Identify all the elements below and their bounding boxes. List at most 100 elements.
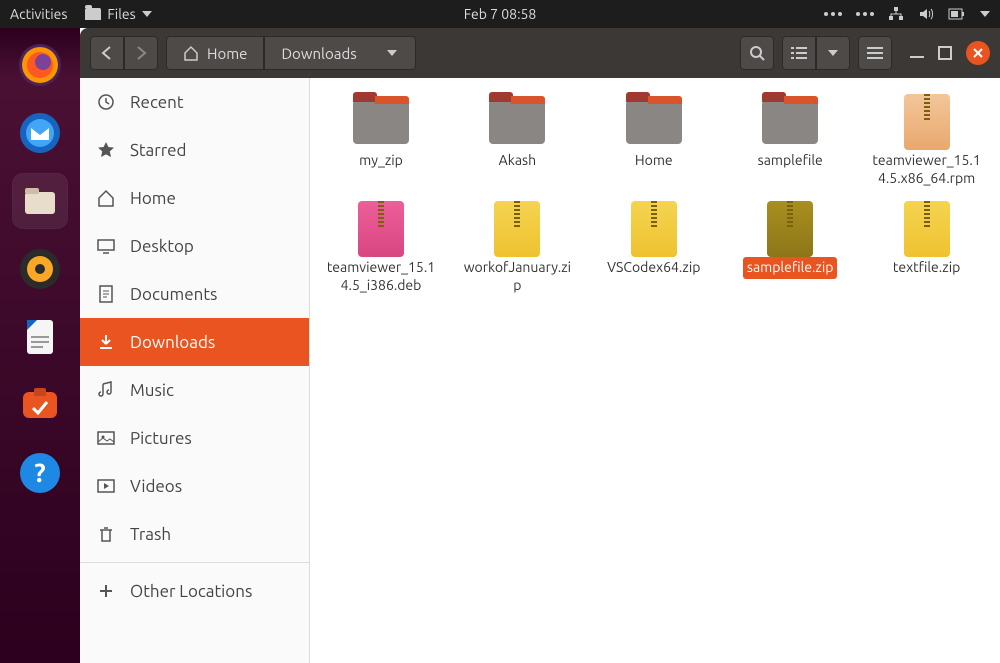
sidebar-item-label: Downloads xyxy=(130,333,215,352)
sidebar-other-locations[interactable]: Other Locations xyxy=(80,567,309,615)
indicator-icon[interactable] xyxy=(856,12,874,16)
file-item[interactable]: Akash xyxy=(452,94,582,189)
app-menu-files[interactable]: Files xyxy=(85,6,151,22)
indicator-icon[interactable] xyxy=(824,12,842,16)
sidebar-item-label: Music xyxy=(130,381,174,400)
files-window: Home Downloads xyxy=(80,28,1000,663)
dock-app-files[interactable] xyxy=(13,174,67,228)
sidebar-item-label: Desktop xyxy=(130,237,194,256)
svg-text:?: ? xyxy=(34,458,45,487)
sidebar-item-recent[interactable]: Recent xyxy=(80,78,309,126)
file-item[interactable]: teamviewer_15.14.5_i386.deb xyxy=(316,201,446,296)
file-label: workofJanuary.zip xyxy=(457,257,577,296)
file-item[interactable]: my_zip xyxy=(316,94,446,189)
file-label: textfile.zip xyxy=(889,257,964,279)
sidebar-item-desktop[interactable]: Desktop xyxy=(80,222,309,270)
folder-icon xyxy=(85,8,101,20)
sidebar-item-starred[interactable]: Starred xyxy=(80,126,309,174)
home-icon xyxy=(96,188,116,208)
back-button[interactable] xyxy=(90,36,124,70)
minimize-button[interactable] xyxy=(910,46,924,60)
system-menu-chevron-icon[interactable] xyxy=(980,11,990,17)
sidebar-item-label: Recent xyxy=(130,93,184,112)
folder-icon xyxy=(762,100,818,144)
sidebar-item-music[interactable]: Music xyxy=(80,366,309,414)
breadcrumb-downloads[interactable]: Downloads xyxy=(264,36,415,70)
sidebar-item-label: Videos xyxy=(130,477,182,496)
folder-icon xyxy=(489,100,545,144)
breadcrumb-home[interactable]: Home xyxy=(166,36,264,70)
file-item[interactable]: teamviewer_15.14.5.x86_64.rpm xyxy=(862,94,992,189)
panel-clock[interactable]: Feb 7 08:58 xyxy=(464,6,537,22)
file-item[interactable]: VSCodex64.zip xyxy=(589,201,719,296)
downloads-icon xyxy=(96,332,116,352)
headerbar: Home Downloads xyxy=(80,28,1000,78)
file-label: VSCodex64.zip xyxy=(603,257,704,279)
music-icon xyxy=(96,380,116,400)
view-list-button[interactable] xyxy=(782,36,816,70)
file-pane[interactable]: my_zip Akash Home samplefile teamviewer_15.1… xyxy=(310,78,1000,663)
zip-archive-icon xyxy=(631,201,677,257)
sidebar-item-label: Documents xyxy=(130,285,217,304)
file-item[interactable]: workofJanuary.zip xyxy=(452,201,582,296)
sidebar-item-label: Starred xyxy=(130,141,187,160)
volume-icon[interactable] xyxy=(918,6,934,22)
file-label: samplefile.zip xyxy=(743,257,838,279)
network-icon[interactable] xyxy=(888,6,904,22)
file-item[interactable]: textfile.zip xyxy=(862,201,992,296)
zip-archive-icon xyxy=(767,201,813,257)
documents-icon xyxy=(96,284,116,304)
clock-icon xyxy=(96,92,116,112)
sidebar-item-label: Home xyxy=(130,189,176,208)
sidebar-item-home[interactable]: Home xyxy=(80,174,309,222)
file-label: Akash xyxy=(495,150,540,172)
dock-app-software[interactable] xyxy=(13,378,67,432)
dock-app-help[interactable]: ? xyxy=(13,446,67,500)
folder-icon xyxy=(626,100,682,144)
sidebar-item-label: Pictures xyxy=(130,429,192,448)
app-menu-label: Files xyxy=(107,6,135,22)
view-dropdown-button[interactable] xyxy=(816,36,850,70)
folder-icon xyxy=(353,100,409,144)
dock-app-rhythmbox[interactable] xyxy=(13,242,67,296)
sidebar-item-trash[interactable]: Trash xyxy=(80,510,309,558)
file-label: Home xyxy=(631,150,677,172)
deb-package-icon xyxy=(358,201,404,257)
battery-icon[interactable] xyxy=(948,6,966,22)
activities-button[interactable]: Activities xyxy=(10,6,67,22)
zip-archive-icon xyxy=(494,201,540,257)
trash-icon xyxy=(96,524,116,544)
sidebar-item-pictures[interactable]: Pictures xyxy=(80,414,309,462)
file-item[interactable]: Home xyxy=(589,94,719,189)
close-button[interactable] xyxy=(966,41,990,65)
search-button[interactable] xyxy=(740,36,774,70)
sidebar-item-downloads[interactable]: Downloads xyxy=(80,318,309,366)
sidebar-item-label: Other Locations xyxy=(130,582,252,601)
system-panel: Activities Files Feb 7 08:58 xyxy=(0,0,1000,28)
videos-icon xyxy=(96,476,116,496)
path-bar: Home Downloads xyxy=(166,36,416,70)
file-label: teamviewer_15.14.5.x86_64.rpm xyxy=(867,150,987,189)
zip-archive-icon xyxy=(904,201,950,257)
chevron-down-icon xyxy=(828,50,838,56)
file-item[interactable]: samplefile xyxy=(725,94,855,189)
breadcrumb-label: Downloads xyxy=(281,45,356,62)
file-item[interactable]: samplefile.zip xyxy=(725,201,855,296)
file-label: my_zip xyxy=(355,150,407,172)
file-label: teamviewer_15.14.5_i386.deb xyxy=(321,257,441,296)
nav-buttons xyxy=(90,36,158,70)
dock-app-thunderbird[interactable] xyxy=(13,106,67,160)
maximize-button[interactable] xyxy=(938,46,952,60)
dock-app-firefox[interactable] xyxy=(13,38,67,92)
places-sidebar: Recent Starred Home Desktop Documents Downloa… xyxy=(80,78,310,663)
forward-button[interactable] xyxy=(124,36,158,70)
sidebar-item-documents[interactable]: Documents xyxy=(80,270,309,318)
desktop-icon xyxy=(96,236,116,256)
hamburger-menu-button[interactable] xyxy=(858,36,892,70)
star-icon xyxy=(96,140,116,160)
pictures-icon xyxy=(96,428,116,448)
plus-icon xyxy=(96,581,116,601)
dock-app-writer[interactable] xyxy=(13,310,67,364)
sidebar-item-videos[interactable]: Videos xyxy=(80,462,309,510)
home-icon xyxy=(183,45,199,61)
